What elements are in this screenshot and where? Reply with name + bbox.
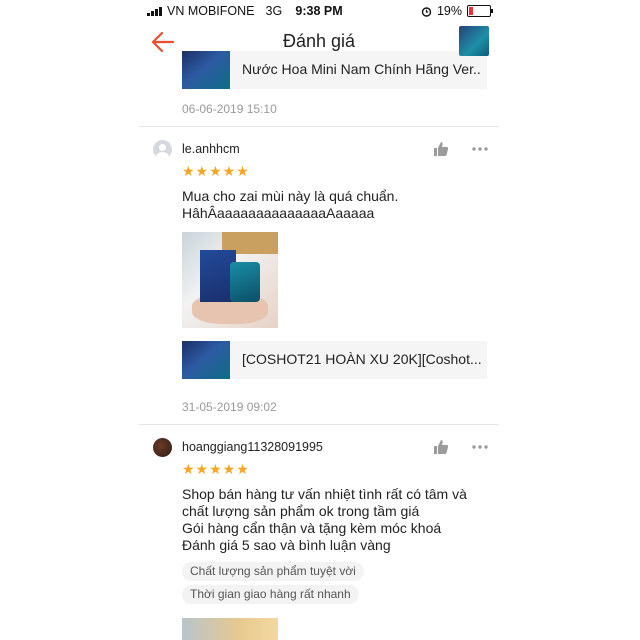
avatar[interactable] <box>153 140 172 159</box>
comment-line: Shop bán hàng tư vấn nhiệt tình rất có t… <box>182 486 467 502</box>
battery-percent: 19% <box>436 4 462 18</box>
alarm-icon <box>421 6 432 17</box>
review-photo[interactable] <box>182 618 278 640</box>
product-thumbnail[interactable] <box>459 26 489 56</box>
comment-line: Mua cho zai mùi này là quá chuẩn. <box>182 188 399 204</box>
review-comment: Shop bán hàng tư vấn nhiệt tình rất có t… <box>182 486 482 554</box>
nav-bar: Đánh giá <box>139 22 499 62</box>
product-name: [COSHOT21 HOÀN XU 20K][Coshot... <box>242 351 482 367</box>
more-icon[interactable] <box>471 439 489 455</box>
product-card[interactable]: [COSHOT21 HOÀN XU 20K][Coshot... <box>182 341 487 379</box>
status-bar: VN MOBIFONE 3G 9:38 PM 19% <box>139 0 499 22</box>
battery-icon <box>467 5 493 17</box>
username[interactable]: hoanggiang11328091995 <box>182 440 323 454</box>
divider <box>139 424 499 425</box>
more-icon[interactable] <box>471 141 489 157</box>
username[interactable]: le.anhhcm <box>182 142 240 156</box>
product-thumbnail <box>182 341 230 379</box>
star-rating: ★★★★★ <box>182 461 250 477</box>
status-right: 19% <box>421 4 493 18</box>
review-tag[interactable]: Chất lượng sản phẩm tuyệt vời <box>182 562 364 581</box>
comment-line: HâhÂaaaaaaaaaaaaaaAaaaaa <box>182 205 375 221</box>
review-list[interactable]: Nước Hoa Mini Nam Chính Hãng Ver... 06-0… <box>139 0 499 640</box>
review-header: le.anhhcm <box>153 138 493 160</box>
comment-line: Đánh giá 5 sao và bình luận vàng <box>182 537 391 553</box>
review-photo[interactable] <box>182 232 278 328</box>
comment-line: Gói hàng cẩn thận và tặng kèm móc khoá <box>182 520 442 536</box>
thumbs-up-icon[interactable] <box>433 439 449 455</box>
star-rating: ★★★★★ <box>182 163 250 179</box>
review-date: 06-06-2019 15:10 <box>182 102 277 116</box>
review-date: 31-05-2019 09:02 <box>182 400 277 414</box>
photo-perfume-bottle <box>230 262 260 302</box>
divider <box>139 126 499 127</box>
phone-screen: Nước Hoa Mini Nam Chính Hãng Ver... 06-0… <box>139 0 499 640</box>
page-title: Đánh giá <box>282 31 356 51</box>
avatar[interactable] <box>153 438 172 457</box>
review-tag[interactable]: Thời gian giao hàng rất nhanh <box>182 585 359 604</box>
review-comment: Mua cho zai mùi này là quá chuẩn. HâhÂaa… <box>182 188 482 222</box>
review-header: hoanggiang11328091995 <box>153 436 493 458</box>
thumbs-up-icon[interactable] <box>433 141 449 157</box>
comment-line: chất lượng sản phẩm ok trong tầm giá <box>182 503 420 519</box>
product-name: Nước Hoa Mini Nam Chính Hãng Ver... <box>242 61 482 77</box>
